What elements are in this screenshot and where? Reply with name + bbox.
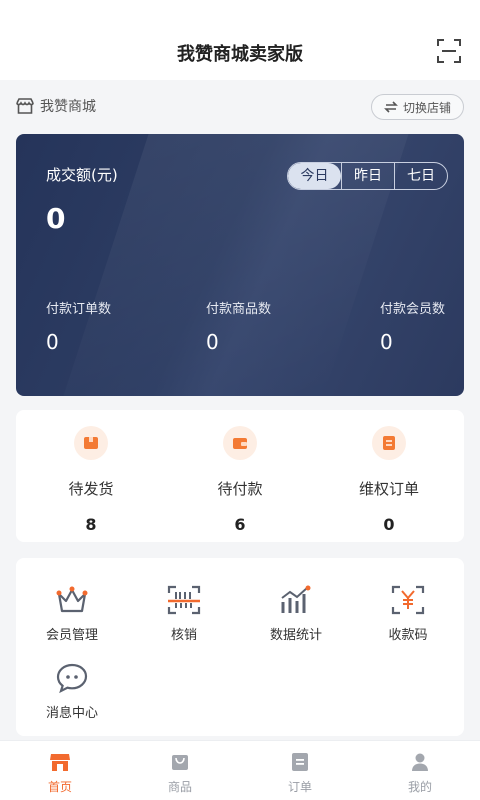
box-icon	[84, 437, 98, 449]
tools-card: 会员管理 核销 数据统计 收款码 消息中心	[16, 558, 464, 736]
chart-icon	[281, 585, 311, 613]
metric-value-orders: 0	[46, 330, 59, 354]
order-label: 待发货	[68, 480, 114, 498]
shop-icon	[50, 754, 70, 771]
range-tab-yesterday[interactable]: 昨日	[341, 163, 394, 189]
tool-payment-code[interactable]: 收款码	[352, 580, 464, 656]
scan-button[interactable]	[436, 38, 462, 64]
tab-orders[interactable]: 订单	[240, 751, 360, 795]
barcode-icon	[167, 585, 201, 615]
rights-icon	[383, 436, 395, 450]
order-label: 维权订单	[358, 480, 419, 498]
metric-value-members: 0	[380, 330, 393, 354]
order-count: 6	[234, 515, 246, 534]
range-tabs: 今日 昨日 七日	[287, 162, 448, 190]
range-tab-seven-days[interactable]: 七日	[394, 163, 447, 189]
store-name: 我赞商城	[16, 96, 96, 116]
order-item-rights[interactable]: 维权订单 0	[314, 422, 464, 534]
metric-label-orders: 付款订单数	[46, 302, 112, 317]
page-title: 我赞商城卖家版	[177, 44, 303, 65]
tool-verify[interactable]: 核销	[128, 580, 240, 656]
orders-card: 待发货 8 待付款 6 维权订单 0	[16, 410, 464, 542]
store-name-text: 我赞商城	[40, 99, 96, 115]
order-count: 8	[85, 515, 97, 534]
message-icon	[56, 663, 88, 694]
scan-icon	[437, 39, 461, 63]
sales-value: 0	[46, 202, 66, 235]
bottom-tab-bar: 首页 商品 订单 我的	[0, 740, 480, 800]
sales-card: 成交额(元) 0 今日 昨日 七日 付款订单数 0 付款商品数 0 付款会员数 …	[16, 134, 464, 396]
tool-label: 会员管理	[45, 628, 98, 643]
tool-label: 数据统计	[269, 628, 322, 643]
switch-store-label: 切换店铺	[402, 100, 451, 115]
store-row: 我赞商城 切换店铺	[16, 94, 464, 122]
tab-label: 我的	[407, 780, 432, 794]
app-header: 我赞商城卖家版	[0, 0, 480, 80]
switch-icon	[384, 101, 398, 113]
tool-label: 收款码	[388, 628, 428, 643]
metric-label-members: 付款会员数	[380, 302, 446, 317]
wallet-icon	[233, 438, 247, 449]
tool-member-management[interactable]: 会员管理	[16, 580, 128, 656]
order-item-pending-payment[interactable]: 待付款 6	[165, 422, 315, 534]
order-label: 待付款	[217, 480, 263, 498]
range-tab-today[interactable]: 今日	[288, 163, 341, 189]
crown-icon	[56, 586, 88, 613]
tab-home[interactable]: 首页	[0, 751, 120, 795]
tool-label: 消息中心	[45, 706, 98, 721]
tool-message-center[interactable]: 消息中心	[16, 658, 128, 734]
sales-label: 成交额(元)	[46, 166, 118, 184]
metric-value-products: 0	[206, 330, 219, 354]
store-icon	[16, 98, 34, 114]
tab-products[interactable]: 商品	[120, 751, 240, 795]
order-count: 0	[383, 515, 395, 534]
bag-icon	[172, 755, 188, 770]
tab-label: 首页	[47, 780, 72, 794]
tool-label: 核销	[170, 628, 197, 643]
order-icon	[292, 753, 308, 771]
yuan-scan-icon	[391, 585, 425, 615]
tab-label: 商品	[167, 780, 192, 794]
order-item-pending-shipment[interactable]: 待发货 8	[16, 422, 166, 534]
tool-data-statistics[interactable]: 数据统计	[240, 580, 352, 656]
tab-label: 订单	[287, 780, 312, 794]
switch-store-button[interactable]: 切换店铺	[370, 94, 464, 120]
metric-label-products: 付款商品数	[206, 302, 272, 317]
tab-mine[interactable]: 我的	[360, 751, 480, 795]
user-icon	[412, 753, 428, 771]
